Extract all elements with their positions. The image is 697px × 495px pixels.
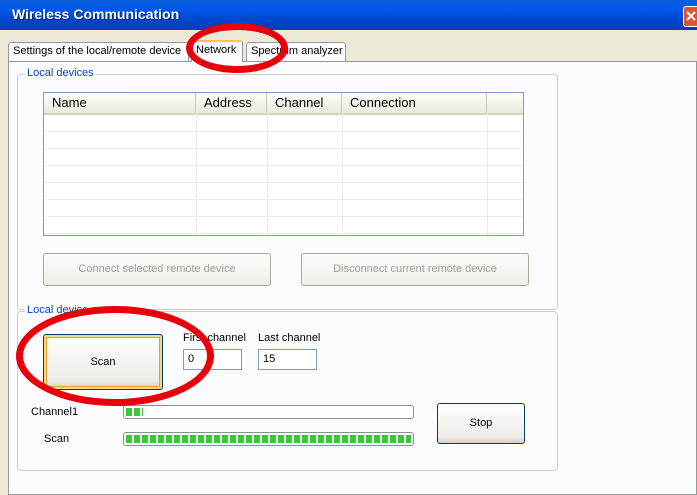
table-row[interactable] bbox=[44, 166, 523, 183]
channel-progress-label: Channel1 bbox=[31, 406, 79, 418]
scan-progress-bar bbox=[123, 432, 414, 446]
tab-settings-label: Settings of the local/remote device bbox=[13, 45, 182, 57]
title-bar[interactable]: Wireless Communication bbox=[0, 0, 697, 30]
devices-list-header: Name Address Channel Connection bbox=[44, 93, 523, 115]
network-tab-page: Local devices Name Address Channel Conne… bbox=[8, 61, 697, 495]
tab-spectrum-label: Spectrum analyzer bbox=[251, 45, 343, 57]
disconnect-remote-device-button[interactable]: Disconnect current remote device bbox=[301, 253, 529, 286]
local-devices-group-label: Local devices bbox=[25, 67, 96, 79]
scan-progress-fill bbox=[126, 435, 411, 443]
tab-spectrum-analyzer[interactable]: Spectrum analyzer bbox=[246, 42, 346, 61]
table-row[interactable] bbox=[44, 183, 523, 200]
connect-remote-device-button[interactable]: Connect selected remote device bbox=[43, 253, 271, 286]
scan-group-label: Local device scan bbox=[25, 304, 117, 316]
first-channel-input[interactable]: 0 bbox=[183, 349, 242, 370]
stop-button[interactable]: Stop bbox=[437, 403, 525, 444]
channel-progress-fill bbox=[126, 408, 144, 416]
table-row[interactable] bbox=[44, 200, 523, 217]
local-device-scan-group: Local device scan Scan First channel 0 L… bbox=[17, 304, 558, 471]
devices-list[interactable]: Name Address Channel Connection bbox=[43, 92, 524, 236]
table-row[interactable] bbox=[44, 217, 523, 234]
table-row[interactable] bbox=[44, 132, 523, 149]
column-address[interactable]: Address bbox=[196, 93, 267, 113]
column-connection[interactable]: Connection bbox=[342, 93, 487, 113]
tab-network[interactable]: Network bbox=[191, 40, 243, 62]
local-devices-group: Local devices Name Address Channel Conne… bbox=[17, 67, 558, 310]
window-title: Wireless Communication bbox=[12, 6, 180, 22]
column-name[interactable]: Name bbox=[44, 93, 196, 113]
last-channel-input[interactable]: 15 bbox=[258, 349, 317, 370]
column-channel[interactable]: Channel bbox=[267, 93, 342, 113]
table-row[interactable] bbox=[44, 115, 523, 132]
app-window: Wireless Communication Settings of the l… bbox=[0, 0, 697, 495]
close-button[interactable] bbox=[683, 6, 697, 27]
scan-button[interactable]: Scan bbox=[43, 334, 163, 390]
scan-progress-label: Scan bbox=[44, 433, 70, 445]
channel-progress-bar bbox=[123, 405, 414, 419]
close-icon bbox=[686, 11, 696, 21]
tab-settings[interactable]: Settings of the local/remote device bbox=[8, 42, 189, 61]
first-channel-label: First channel bbox=[183, 332, 246, 344]
last-channel-label: Last channel bbox=[258, 332, 321, 344]
tab-network-label: Network bbox=[196, 44, 237, 56]
table-row[interactable] bbox=[44, 149, 523, 166]
